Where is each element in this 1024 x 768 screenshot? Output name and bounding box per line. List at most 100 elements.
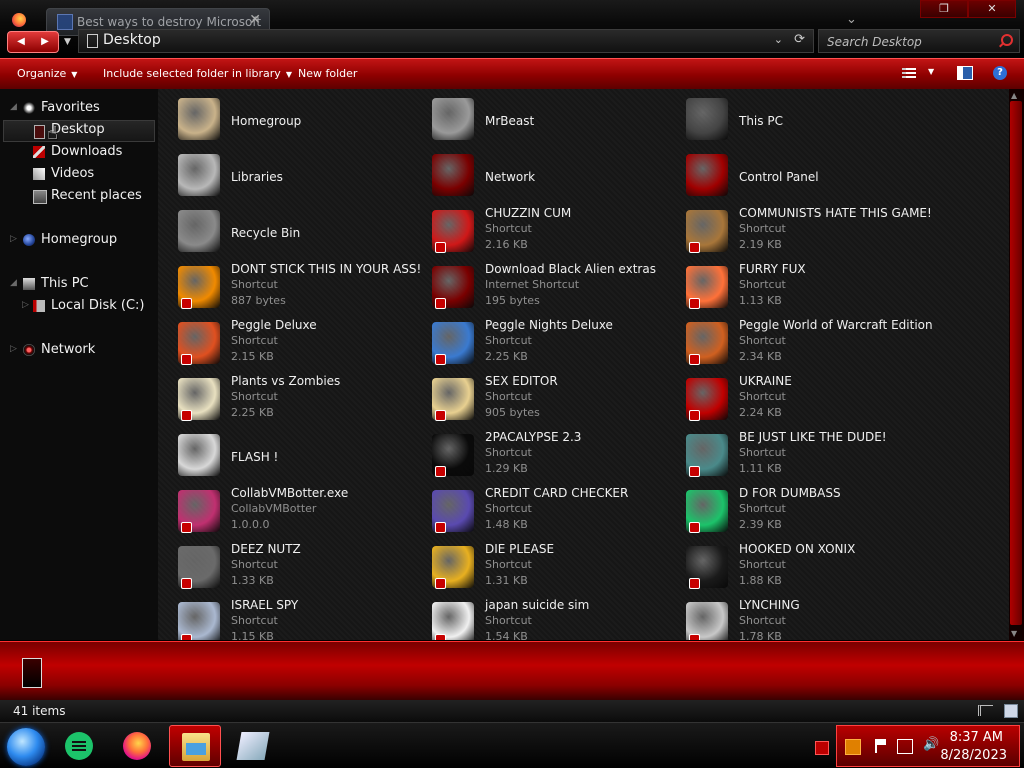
file-item[interactable]: CHUZZIN CUM Shortcut 2.16 KB <box>412 204 662 258</box>
nav-item-network[interactable]: ▷ Network <box>0 340 158 362</box>
file-name: Libraries <box>231 170 283 184</box>
details-view-icon[interactable] <box>978 705 993 716</box>
refresh-icon[interactable]: ⟳ <box>794 32 805 47</box>
nav-item-favorites[interactable]: ◢ Favorites <box>0 98 158 120</box>
close-window-button[interactable]: ✕ <box>968 0 1016 18</box>
file-item[interactable]: FLASH ! <box>158 428 408 482</box>
file-item[interactable]: D FOR DUMBASS Shortcut 2.39 KB <box>666 484 916 538</box>
show-hidden-icons[interactable] <box>815 741 829 755</box>
nav-label: Videos <box>51 166 95 181</box>
nav-item-desktop[interactable]: Desktop <box>3 120 155 142</box>
file-item[interactable]: DONT STICK THIS IN YOUR ASS! Shortcut 887 … <box>158 260 421 314</box>
volume-icon[interactable]: 🔊 <box>923 737 939 752</box>
folder-icon <box>22 658 42 688</box>
file-item[interactable]: LYNCHING Shortcut 1.78 KB <box>666 596 916 640</box>
file-item[interactable]: BE JUST LIKE THE DUDE! Shortcut 1.11 KB <box>666 428 916 482</box>
flash-icon <box>178 434 220 476</box>
back-button[interactable]: ◀ <box>10 34 32 50</box>
search-icon[interactable] <box>1001 34 1013 46</box>
file-item[interactable]: japan suicide sim Shortcut 1.54 KB <box>412 596 662 640</box>
forward-button[interactable]: ▶ <box>34 34 56 50</box>
file-item[interactable]: COMMUNISTS HATE THIS GAME! Shortcut 2.19 K… <box>666 204 932 258</box>
network-status-icon[interactable] <box>897 739 913 754</box>
expand-arrow-icon[interactable]: ▷ <box>10 234 17 244</box>
new-folder-button[interactable]: New folder <box>298 67 357 80</box>
view-options-chevron-icon[interactable]: ▼ <box>928 67 934 76</box>
file-item[interactable]: Peggle Deluxe Shortcut 2.15 KB <box>158 316 408 370</box>
taskbar-notes-app[interactable] <box>227 725 279 767</box>
file-item[interactable]: CREDIT CARD CHECKER Shortcut 1.48 KB <box>412 484 662 538</box>
file-type: Shortcut <box>485 558 532 571</box>
file-size: 2.25 KB <box>485 350 528 363</box>
file-item[interactable]: HOOKED ON XONIX Shortcut 1.88 KB <box>666 540 916 594</box>
include-in-library-button[interactable]: Include selected folder in library ▼ <box>103 67 292 80</box>
file-item[interactable]: MrBeast <box>412 92 662 146</box>
file-item[interactable]: SEX EDITOR Shortcut 905 bytes <box>412 372 662 426</box>
expand-arrow-icon[interactable]: ▷ <box>10 344 17 354</box>
file-item[interactable]: CollabVMBotter.exe CollabVMBotter 1.0.0.0 <box>158 484 408 538</box>
file-item[interactable]: ISRAEL SPY Shortcut 1.15 KB <box>158 596 408 640</box>
nav-item-downloads[interactable]: Downloads <box>0 142 158 164</box>
vertical-scrollbar[interactable]: ▲ ▼ <box>1009 89 1024 640</box>
restore-button[interactable]: ❐ <box>920 0 968 18</box>
shortcut-arrow-icon <box>689 522 700 533</box>
file-item[interactable]: DIE PLEASE Shortcut 1.31 KB <box>412 540 662 594</box>
network-icon <box>23 344 35 356</box>
large-icons-view-icon[interactable] <box>1004 704 1018 718</box>
file-item[interactable]: Control Panel <box>666 148 916 202</box>
address-history-chevron-icon[interactable]: ⌄ <box>774 33 783 46</box>
file-type: Shortcut <box>739 614 786 627</box>
file-item[interactable]: Network <box>412 148 662 202</box>
file-item[interactable]: Download Black Alien extras Internet Shor… <box>412 260 662 314</box>
file-item[interactable]: Libraries <box>158 148 408 202</box>
chevron-down-icon[interactable]: ⌄ <box>846 12 857 27</box>
nav-label: Favorites <box>41 100 100 115</box>
nav-item-homegroup[interactable]: ▷ Homegroup <box>0 230 158 252</box>
file-item[interactable]: UKRAINE Shortcut 2.24 KB <box>666 372 916 426</box>
clock-date[interactable]: 8/28/2023 <box>940 748 1007 763</box>
file-item[interactable]: Plants vs Zombies Shortcut 2.25 KB <box>158 372 408 426</box>
start-button[interactable] <box>7 728 45 766</box>
file-item[interactable]: This PC <box>666 92 916 146</box>
taskbar-file-explorer[interactable] <box>169 725 221 767</box>
file-item[interactable]: Recycle Bin <box>158 204 408 258</box>
file-type: Shortcut <box>485 222 532 235</box>
chat-icon <box>65 732 93 760</box>
nav-item-local-disk[interactable]: ▷ Local Disk (C:) <box>0 296 158 318</box>
nav-item-videos[interactable]: Videos <box>0 164 158 186</box>
address-path[interactable]: Desktop <box>103 32 161 48</box>
file-item[interactable]: Peggle World of Warcraft Edition Shortcut… <box>666 316 933 370</box>
collapse-arrow-icon[interactable]: ◢ <box>10 102 17 112</box>
change-view-icon[interactable] <box>902 68 916 80</box>
file-item[interactable]: Peggle Nights Deluxe Shortcut 2.25 KB <box>412 316 662 370</box>
organize-button[interactable]: Organize ▼ <box>17 67 77 80</box>
scroll-down-icon[interactable]: ▼ <box>1011 629 1017 638</box>
scroll-up-icon[interactable]: ▲ <box>1011 91 1017 100</box>
nav-item-this-pc[interactable]: ◢ This PC <box>0 274 158 296</box>
action-center-flag-icon[interactable] <box>875 739 889 753</box>
preview-pane-icon[interactable] <box>957 66 973 80</box>
collapse-arrow-icon[interactable]: ◢ <box>10 278 17 288</box>
scrollbar-thumb[interactable] <box>1010 101 1022 625</box>
nav-item-recent-places[interactable]: Recent places <box>0 186 158 208</box>
file-item[interactable]: Homegroup <box>158 92 408 146</box>
address-bar[interactable]: Desktop ⌄ ⟳ <box>78 29 814 53</box>
file-size: 195 bytes <box>485 294 540 307</box>
file-type: Shortcut <box>485 502 532 515</box>
file-item[interactable]: 2PACALYPSE 2.3 Shortcut 1.29 KB <box>412 428 662 482</box>
file-type: Shortcut <box>485 614 532 627</box>
tray-app-icon[interactable] <box>845 739 861 755</box>
clock-time[interactable]: 8:37 AM <box>950 730 1003 745</box>
help-icon[interactable]: ? <box>993 66 1007 80</box>
close-icon[interactable]: ✕ <box>249 12 261 28</box>
taskbar-chat-app[interactable] <box>53 725 105 767</box>
nav-label: Desktop <box>51 122 105 137</box>
search-input[interactable] <box>825 33 997 51</box>
recent-locations-dropdown-icon[interactable]: ▼ <box>64 37 71 47</box>
file-item[interactable]: DEEZ NUTZ Shortcut 1.33 KB <box>158 540 408 594</box>
file-type: Shortcut <box>485 334 532 347</box>
shortcut-arrow-icon <box>435 466 446 477</box>
expand-arrow-icon[interactable]: ▷ <box>22 300 29 310</box>
file-item[interactable]: FURRY FUX Shortcut 1.13 KB <box>666 260 916 314</box>
taskbar-firefox[interactable] <box>111 725 163 767</box>
